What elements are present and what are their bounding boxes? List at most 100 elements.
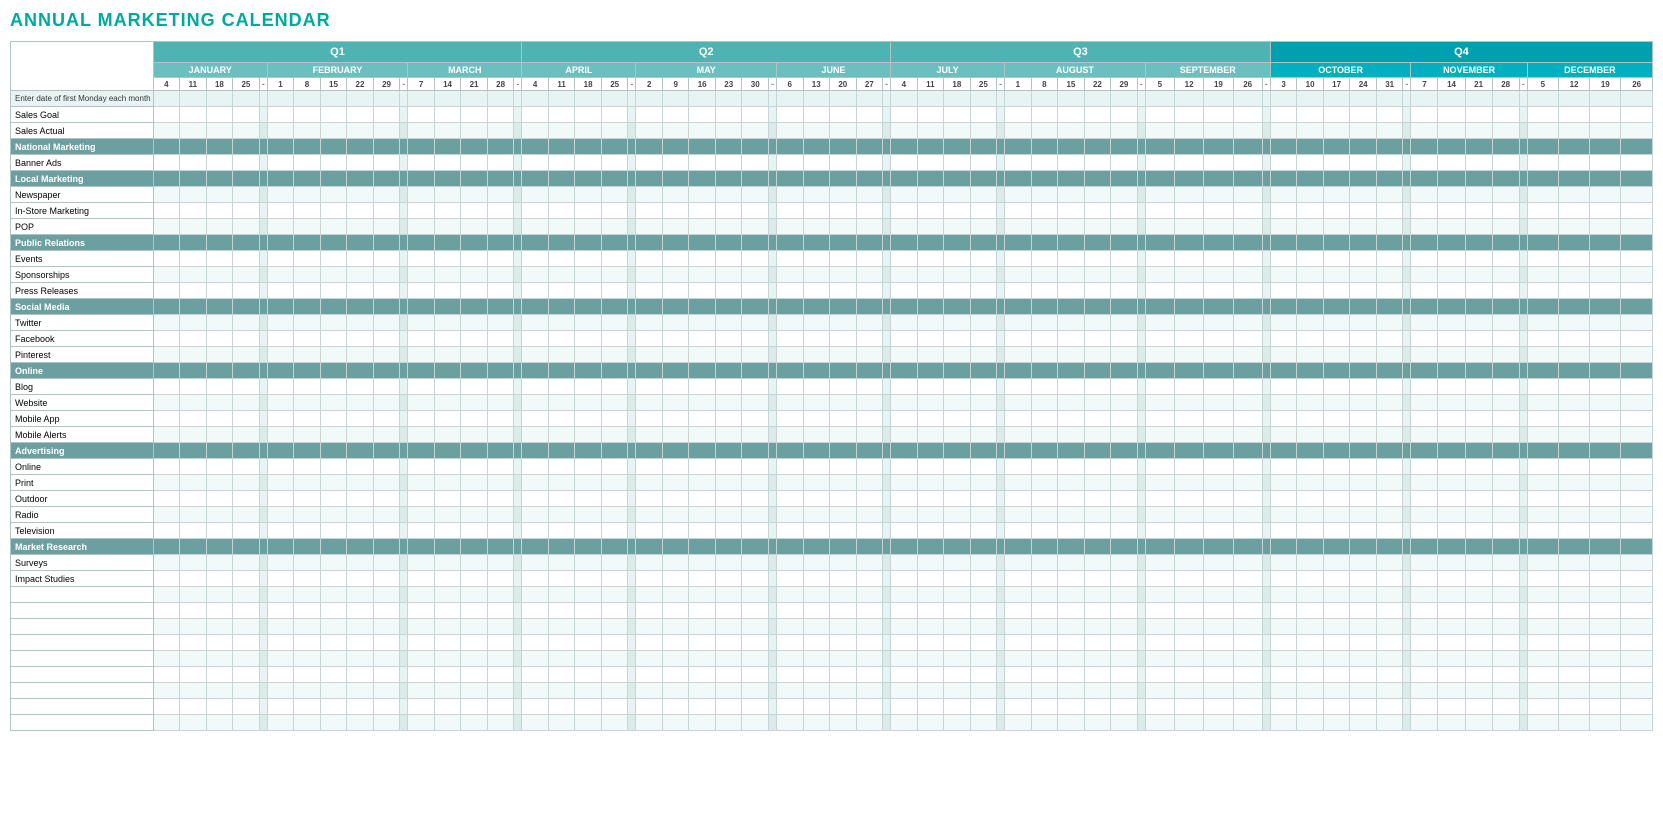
data-cell[interactable] bbox=[180, 427, 207, 443]
data-cell[interactable] bbox=[294, 683, 321, 699]
enter-date-cell[interactable] bbox=[575, 91, 602, 107]
data-cell[interactable] bbox=[1492, 347, 1519, 363]
data-cell[interactable] bbox=[944, 715, 971, 731]
data-cell[interactable] bbox=[689, 507, 716, 523]
data-cell[interactable] bbox=[320, 235, 347, 251]
data-cell[interactable] bbox=[1350, 283, 1377, 299]
data-cell[interactable] bbox=[1492, 683, 1519, 699]
enter-date-cell[interactable] bbox=[1204, 91, 1233, 107]
data-cell[interactable] bbox=[689, 603, 716, 619]
data-cell[interactable] bbox=[776, 603, 803, 619]
data-cell[interactable] bbox=[233, 571, 260, 587]
data-cell[interactable] bbox=[1527, 459, 1558, 475]
data-cell[interactable] bbox=[1558, 507, 1589, 523]
data-cell[interactable] bbox=[320, 363, 347, 379]
data-cell[interactable] bbox=[776, 635, 803, 651]
data-cell[interactable] bbox=[575, 203, 602, 219]
data-cell[interactable] bbox=[153, 491, 180, 507]
data-cell[interactable] bbox=[1527, 219, 1558, 235]
data-cell[interactable] bbox=[944, 379, 971, 395]
enter-date-cell[interactable] bbox=[1350, 91, 1377, 107]
data-cell[interactable] bbox=[1621, 187, 1653, 203]
data-cell[interactable] bbox=[1084, 587, 1111, 603]
data-cell[interactable] bbox=[548, 251, 575, 267]
data-cell[interactable] bbox=[1438, 315, 1465, 331]
data-cell[interactable] bbox=[1323, 427, 1350, 443]
data-cell[interactable] bbox=[891, 123, 918, 139]
data-cell[interactable] bbox=[689, 411, 716, 427]
data-cell[interactable] bbox=[180, 107, 207, 123]
data-cell[interactable] bbox=[1058, 667, 1085, 683]
data-cell[interactable] bbox=[294, 139, 321, 155]
data-cell[interactable] bbox=[1350, 539, 1377, 555]
data-cell[interactable] bbox=[1590, 443, 1621, 459]
data-cell[interactable] bbox=[742, 571, 769, 587]
data-cell[interactable] bbox=[461, 587, 488, 603]
data-cell[interactable] bbox=[347, 219, 374, 235]
data-cell[interactable] bbox=[776, 683, 803, 699]
data-cell[interactable] bbox=[548, 443, 575, 459]
data-cell[interactable] bbox=[856, 331, 883, 347]
data-cell[interactable] bbox=[522, 187, 549, 203]
data-cell[interactable] bbox=[917, 619, 944, 635]
data-cell[interactable] bbox=[408, 411, 435, 427]
data-cell[interactable] bbox=[636, 715, 663, 731]
data-cell[interactable] bbox=[1492, 651, 1519, 667]
data-cell[interactable] bbox=[180, 155, 207, 171]
data-cell[interactable] bbox=[233, 587, 260, 603]
data-cell[interactable] bbox=[1233, 123, 1262, 139]
data-cell[interactable] bbox=[1270, 427, 1297, 443]
data-cell[interactable] bbox=[1323, 331, 1350, 347]
data-cell[interactable] bbox=[970, 379, 997, 395]
data-cell[interactable] bbox=[1465, 667, 1492, 683]
data-cell[interactable] bbox=[180, 619, 207, 635]
data-cell[interactable] bbox=[320, 571, 347, 587]
data-cell[interactable] bbox=[1270, 203, 1297, 219]
data-cell[interactable] bbox=[803, 363, 830, 379]
data-cell[interactable] bbox=[1492, 715, 1519, 731]
data-cell[interactable] bbox=[206, 523, 233, 539]
data-cell[interactable] bbox=[970, 683, 997, 699]
data-cell[interactable] bbox=[1350, 699, 1377, 715]
data-cell[interactable] bbox=[689, 427, 716, 443]
data-cell[interactable] bbox=[1058, 139, 1085, 155]
data-cell[interactable] bbox=[180, 395, 207, 411]
data-cell[interactable] bbox=[944, 603, 971, 619]
data-cell[interactable] bbox=[1145, 667, 1174, 683]
data-cell[interactable] bbox=[1558, 187, 1589, 203]
data-cell[interactable] bbox=[856, 603, 883, 619]
data-cell[interactable] bbox=[1558, 683, 1589, 699]
data-cell[interactable] bbox=[548, 155, 575, 171]
data-cell[interactable] bbox=[891, 507, 918, 523]
data-cell[interactable] bbox=[970, 155, 997, 171]
data-cell[interactable] bbox=[776, 619, 803, 635]
data-cell[interactable] bbox=[1297, 251, 1324, 267]
data-cell[interactable] bbox=[487, 651, 514, 667]
data-cell[interactable] bbox=[180, 571, 207, 587]
data-cell[interactable] bbox=[1411, 459, 1438, 475]
data-cell[interactable] bbox=[347, 203, 374, 219]
data-cell[interactable] bbox=[1111, 235, 1138, 251]
data-cell[interactable] bbox=[742, 299, 769, 315]
data-cell[interactable] bbox=[206, 299, 233, 315]
data-cell[interactable] bbox=[1438, 123, 1465, 139]
data-cell[interactable] bbox=[917, 379, 944, 395]
data-cell[interactable] bbox=[206, 363, 233, 379]
enter-date-cell[interactable] bbox=[1411, 91, 1438, 107]
data-cell[interactable] bbox=[742, 427, 769, 443]
data-cell[interactable] bbox=[776, 491, 803, 507]
data-cell[interactable] bbox=[1084, 411, 1111, 427]
data-cell[interactable] bbox=[1465, 235, 1492, 251]
data-cell[interactable] bbox=[1084, 171, 1111, 187]
data-cell[interactable] bbox=[1058, 427, 1085, 443]
data-cell[interactable] bbox=[1233, 683, 1262, 699]
data-cell[interactable] bbox=[434, 139, 461, 155]
data-cell[interactable] bbox=[347, 603, 374, 619]
data-cell[interactable] bbox=[320, 635, 347, 651]
data-cell[interactable] bbox=[1590, 235, 1621, 251]
data-cell[interactable] bbox=[1111, 555, 1138, 571]
data-cell[interactable] bbox=[1058, 651, 1085, 667]
data-cell[interactable] bbox=[267, 587, 294, 603]
data-cell[interactable] bbox=[1465, 203, 1492, 219]
data-cell[interactable] bbox=[1270, 219, 1297, 235]
